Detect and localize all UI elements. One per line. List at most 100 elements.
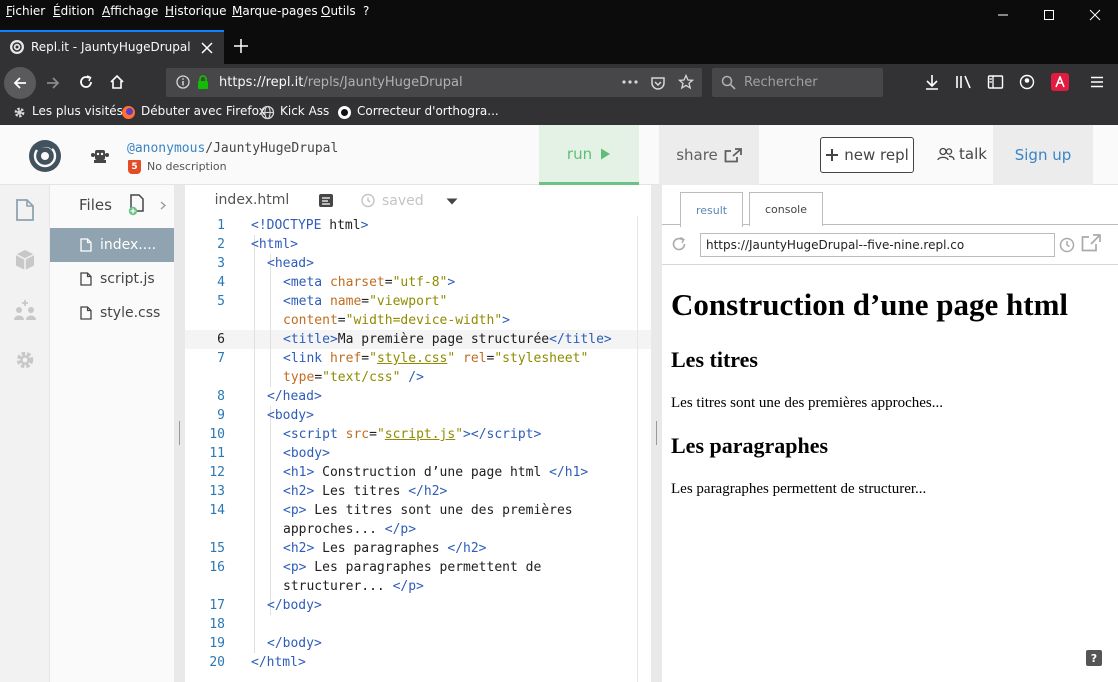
- code-token: >: [360, 218, 369, 233]
- sidebar-toggle-icon[interactable]: [987, 74, 1004, 90]
- result-url-input[interactable]: https://JauntyHugeDrupal--five-nine.repl…: [700, 233, 1055, 257]
- extension-logo-icon: [1055, 76, 1065, 88]
- back-button[interactable]: [4, 67, 36, 99]
- tab-result[interactable]: result: [680, 192, 743, 227]
- open-in-new-tab-icon[interactable]: [1081, 234, 1101, 252]
- line-number: 12: [209, 465, 225, 480]
- clock-icon[interactable]: [1059, 237, 1075, 253]
- resize-grip: [656, 421, 657, 445]
- resize-handle-right[interactable]: [651, 185, 662, 682]
- share-icon: [724, 147, 742, 162]
- downloads-icon[interactable]: [924, 74, 940, 91]
- talk-label: talk: [959, 145, 987, 163]
- share-button[interactable]: share: [659, 125, 759, 185]
- repl-owner[interactable]: @anonymous: [127, 141, 205, 156]
- code-line: </body>: [267, 636, 322, 651]
- tab-console[interactable]: console: [749, 192, 823, 226]
- code-token: rel: [463, 351, 487, 366]
- editor-tab-index[interactable]: index.html: [197, 185, 307, 216]
- new-repl-button[interactable]: new repl: [820, 137, 914, 173]
- info-icon[interactable]: [176, 75, 190, 89]
- url-bar[interactable]: https://repl.it/repls/JauntyHugeDrupal: [166, 68, 702, 97]
- browser-tab[interactable]: Repl.it - JauntyHugeDrupal: [0, 30, 224, 64]
- code-token: =: [384, 275, 393, 290]
- packages-icon[interactable]: [14, 249, 36, 271]
- menu-marque-pages[interactable]: Marque-pages: [232, 4, 318, 18]
- line-number: 1: [217, 218, 225, 233]
- chevron-right-icon[interactable]: [160, 201, 166, 210]
- code-token: </p>: [384, 522, 417, 537]
- preview-paragraph-2: Les paragraphes permettent de structurer…: [671, 481, 927, 497]
- code-token: Les titres sont une des premières: [306, 503, 573, 518]
- file-item-style[interactable]: style.css: [50, 296, 174, 330]
- repl-description[interactable]: No description: [147, 160, 227, 173]
- forward-arrow-icon[interactable]: [45, 75, 61, 91]
- resize-handle-left[interactable]: [174, 185, 185, 682]
- menu-edition[interactable]: Édition: [53, 4, 95, 18]
- close-window-button[interactable]: [1072, 0, 1118, 30]
- bookmark-star-icon[interactable]: [678, 74, 694, 90]
- bookmark-kick-ass[interactable]: Kick Ass: [280, 104, 329, 118]
- files-icon[interactable]: [15, 199, 35, 221]
- navigation-bar: https://repl.it/repls/JauntyHugeDrupal R…: [0, 64, 1118, 101]
- result-url-row: https://JauntyHugeDrupal--five-nine.repl…: [662, 225, 1118, 265]
- menu-affichage[interactable]: Affichage: [102, 4, 158, 18]
- file-item-index[interactable]: index....: [50, 228, 174, 262]
- help-button[interactable]: ?: [1086, 650, 1102, 666]
- history-icon[interactable]: [360, 193, 376, 208]
- page-actions-icon[interactable]: [622, 80, 638, 84]
- menu-help[interactable]: ?: [363, 4, 369, 18]
- code-token: Ma première page structurée: [337, 332, 550, 347]
- line-number: 3: [217, 256, 225, 271]
- bookmark-getting-started[interactable]: Débuter avec Firefox: [141, 104, 266, 118]
- code-token: <meta: [283, 275, 330, 290]
- anonymous-avatar-icon: [91, 150, 109, 163]
- minimize-button[interactable]: [980, 0, 1026, 30]
- code-line: <head>: [267, 256, 314, 271]
- refresh-icon[interactable]: [671, 236, 687, 252]
- reload-icon[interactable]: [78, 74, 94, 90]
- settings-gear-icon[interactable]: [14, 349, 36, 371]
- hamburger-menu-icon[interactable]: [1090, 75, 1104, 89]
- maximize-button[interactable]: [1026, 0, 1072, 30]
- code-token: html: [329, 218, 361, 233]
- file-item-script[interactable]: script.js: [50, 262, 174, 296]
- menu-historique[interactable]: Historique: [165, 4, 227, 18]
- code-token: =: [361, 351, 370, 366]
- account-icon[interactable]: [1019, 74, 1035, 90]
- menu-outils[interactable]: Outils: [321, 4, 356, 18]
- line-number: 10: [209, 427, 225, 442]
- code-token: <h1>: [283, 465, 315, 480]
- bookmark-correcteur[interactable]: Correcteur d'orthogra...: [357, 104, 499, 118]
- menu-bar: Fichier Édition Affichage Historique Mar…: [0, 0, 1118, 30]
- print-margin: [637, 216, 638, 682]
- multiplayer-icon[interactable]: [13, 299, 37, 321]
- share-label: share: [676, 146, 718, 164]
- extension-button[interactable]: [1051, 73, 1069, 91]
- repl-name[interactable]: JauntyHugeDrupal: [213, 141, 338, 156]
- code-line: <p> Les paragraphes permettent de: [283, 560, 541, 575]
- code-token: </head>: [267, 389, 322, 404]
- pocket-icon[interactable]: [650, 75, 666, 91]
- bookmarks-toolbar: Les plus visités Débuter avec Firefox Ki…: [0, 101, 1118, 125]
- url-host: https://repl.it: [219, 75, 304, 90]
- run-button[interactable]: run: [539, 125, 639, 185]
- sign-up-button[interactable]: Sign up: [993, 125, 1093, 185]
- bookmark-most-visited[interactable]: Les plus visités: [32, 104, 123, 118]
- talk-link[interactable]: talk: [937, 145, 987, 163]
- library-icon[interactable]: [955, 74, 973, 90]
- menu-fichier[interactable]: Fichier: [6, 4, 45, 18]
- replit-logo-icon[interactable]: [27, 138, 63, 174]
- new-tab-icon[interactable]: [233, 38, 249, 54]
- add-file-icon[interactable]: [128, 194, 148, 216]
- tab-strip: Repl.it - JauntyHugeDrupal: [0, 30, 1118, 64]
- home-icon[interactable]: [109, 74, 125, 90]
- format-code-icon[interactable]: [318, 193, 334, 208]
- users-icon: [937, 147, 955, 161]
- code-area[interactable]: 1 2 3 4 5 6 7 8 9 10 11 12 13 14 15 16 1…: [185, 216, 651, 682]
- search-bar[interactable]: Rechercher: [712, 68, 883, 97]
- chevron-down-icon[interactable]: [446, 198, 458, 205]
- code-token: Les paragraphes: [314, 541, 448, 556]
- close-tab-icon[interactable]: [201, 42, 213, 54]
- code-token: "stylesheet": [494, 351, 589, 366]
